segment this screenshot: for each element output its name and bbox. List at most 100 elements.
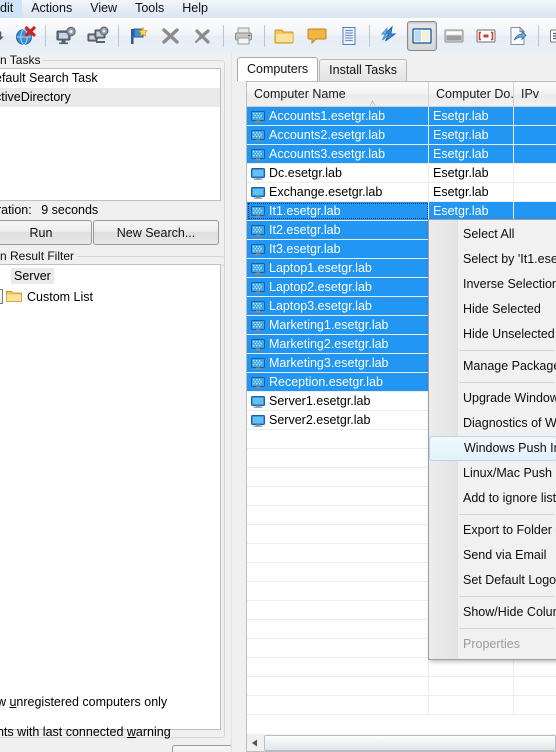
computers-settings-icon[interactable] [83, 21, 113, 51]
column-header-computer-name[interactable]: Computer Name △ [247, 82, 429, 106]
cell-computer-domain: Esetgr.lab [429, 164, 514, 182]
table-row[interactable] [247, 677, 556, 696]
cell-text: Accounts2.esetgr.lab [269, 128, 386, 142]
table-row[interactable]: Dc.esetgr.lab Esetgr.lab [247, 164, 556, 183]
cell-ipv [514, 145, 556, 163]
context-menu-separator [459, 596, 555, 597]
column-header-computer-domain[interactable]: Computer Do... [429, 82, 514, 106]
column-header-ipv[interactable]: IPv [514, 82, 556, 106]
context-menu-item[interactable]: Show/Hide Colum [429, 600, 556, 625]
table-row[interactable] [247, 696, 556, 715]
option-accel-key: w [126, 725, 136, 739]
column-header-label: Computer Do... [436, 87, 514, 101]
tree-item-server[interactable]: Server [0, 265, 220, 286]
context-menu-item[interactable]: Linux/Mac Push Ir [429, 461, 556, 486]
cell-text: Esetgr.lab [433, 147, 489, 161]
option-unregistered-only[interactable]: ow unregistered computers only [0, 695, 167, 709]
context-menu-item[interactable]: Send via Email [429, 543, 556, 568]
scrollbar-thumb[interactable] [264, 734, 556, 751]
comment-icon[interactable] [302, 21, 332, 51]
cell-text: Laptop3.esetgr.lab [269, 299, 372, 313]
computer-icon [251, 186, 265, 199]
context-menu-item[interactable]: Diagnostics of Wir [429, 411, 556, 436]
computer-icon [251, 414, 265, 427]
table-row[interactable]: Accounts1.esetgr.lab Esetgr.lab [247, 107, 556, 126]
context-menu-item[interactable]: Upgrade Windows [429, 386, 556, 411]
refresh-icon[interactable] [375, 21, 405, 51]
table-row[interactable] [247, 658, 556, 677]
report-icon[interactable] [334, 21, 364, 51]
cell-text: It2.esetgr.lab [269, 223, 341, 237]
table-row[interactable]: Accounts3.esetgr.lab Esetgr.lab [247, 145, 556, 164]
cell-computer-domain: Esetgr.lab [429, 183, 514, 201]
print-icon[interactable] [229, 21, 259, 51]
toolbar-separator [538, 24, 539, 47]
context-menu-item[interactable]: Manage Packages [429, 354, 556, 379]
cut-remove-icon[interactable] [188, 21, 218, 51]
cell-text: Server1.esetgr.lab [269, 394, 371, 408]
menu-item-tools[interactable]: Tools [126, 0, 173, 18]
horizontal-scrollbar[interactable] [246, 734, 556, 752]
details-icon[interactable] [544, 21, 556, 51]
cell-computer-name: Reception.esetgr.lab [247, 373, 429, 391]
menu-item-help[interactable]: Help [173, 0, 217, 18]
cell-text: Esetgr.lab [433, 109, 489, 123]
search-task-item[interactable]: efault Search Task [0, 69, 220, 88]
cell-computer-name [247, 449, 429, 467]
result-filter-tree[interactable]: Server Custom List [0, 264, 221, 730]
option-last-connected-warning[interactable]: ents with last connected warning [0, 725, 171, 739]
table-row[interactable]: Accounts2.esetgr.lab Esetgr.lab [247, 126, 556, 145]
menu-item-actions[interactable]: Actions [22, 0, 81, 18]
context-menu-item[interactable]: Windows Push Ins [429, 436, 556, 461]
menu-item-view[interactable]: View [81, 0, 126, 18]
scroll-left-arrow-icon[interactable] [247, 735, 263, 750]
context-menu-item[interactable]: Select by 'It1.esetg [429, 247, 556, 272]
cell-text: Marketing2.esetgr.lab [269, 337, 389, 351]
folder-icon[interactable] [270, 21, 300, 51]
tab-computers[interactable]: Computers [237, 57, 319, 81]
run-now-icon[interactable] [0, 21, 8, 51]
context-menu-item[interactable]: Hide Selected [429, 297, 556, 322]
bottom-action-button[interactable] [172, 745, 234, 752]
option-text-post: arning [135, 725, 171, 739]
cell-text: Exchange.esetgr.lab [269, 185, 383, 199]
tree-checkbox[interactable] [0, 289, 3, 304]
cell-text: Esetgr.lab [433, 166, 489, 180]
computer-remote-icon [251, 300, 265, 313]
menu-bar: dit Actions View Tools Help [0, 0, 556, 19]
context-menu-item[interactable]: Hide Unselected [429, 322, 556, 347]
search-tasks-listbox[interactable]: efault Search Task ctiveDirectory [0, 68, 221, 201]
cell-computer-name [247, 525, 429, 543]
select-area-icon[interactable] [471, 21, 501, 51]
export-icon[interactable] [503, 21, 533, 51]
table-row[interactable]: Exchange.esetgr.lab Esetgr.lab [247, 183, 556, 202]
remove-icon[interactable] [156, 21, 186, 51]
run-button[interactable]: Run [0, 220, 92, 245]
window-view-icon[interactable] [439, 21, 469, 51]
cell-computer-domain: Esetgr.lab [429, 145, 514, 163]
tab-install-tasks[interactable]: Install Tasks [319, 59, 407, 81]
tree-item-custom-list[interactable]: Custom List [0, 286, 220, 307]
cell-computer-name: It2.esetgr.lab [247, 221, 429, 239]
context-menu-item[interactable]: Export to Folder or [429, 518, 556, 543]
context-menu-item[interactable]: Select All [429, 222, 556, 247]
context-menu-item[interactable]: Inverse Selection [429, 272, 556, 297]
toolbar [0, 18, 556, 54]
cell-computer-domain [429, 677, 514, 695]
context-menu-item[interactable]: Add to ignore list. [429, 486, 556, 511]
cell-computer-name [247, 620, 429, 638]
duration-value: 9 seconds [41, 203, 99, 217]
split-view-icon[interactable] [407, 20, 437, 51]
cell-text: Esetgr.lab [433, 204, 489, 218]
context-menu-item[interactable]: Set Default Logon [429, 568, 556, 593]
delete-globe-icon[interactable] [10, 21, 40, 51]
cell-ipv [514, 107, 556, 125]
search-task-item-selected[interactable]: ctiveDirectory [0, 88, 220, 107]
computer-settings-icon[interactable] [51, 21, 81, 51]
option-text-post: nregistered computers only [16, 695, 168, 709]
new-search-button[interactable]: New Search... [93, 220, 219, 245]
menu-item-edit[interactable]: dit [0, 0, 23, 18]
cell-computer-name: Exchange.esetgr.lab [247, 183, 429, 201]
cell-computer-name [247, 487, 429, 505]
new-task-icon[interactable] [124, 21, 154, 51]
